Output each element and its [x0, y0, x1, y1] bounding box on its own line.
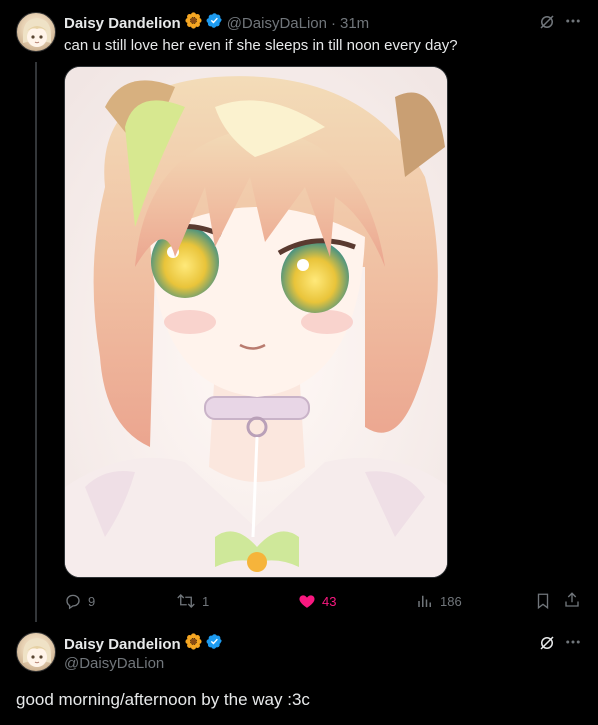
heart-icon — [299, 595, 315, 608]
reply-count: 9 — [88, 593, 96, 609]
share-icon[interactable] — [563, 591, 581, 613]
flower-emoji-icon — [185, 633, 202, 655]
verified-badge-icon[interactable] — [206, 12, 223, 34]
author-avatar[interactable] — [16, 632, 56, 672]
verified-badge-icon[interactable] — [206, 633, 223, 655]
repost-button[interactable]: 1 — [176, 592, 209, 610]
time-separator: · — [330, 14, 336, 32]
views-count: 186 — [440, 593, 462, 609]
grok-icon[interactable] — [538, 634, 556, 656]
author-name[interactable]: Daisy Dandelion — [64, 15, 181, 32]
tweet-text: good morning/afternoon by the way :3c — [16, 690, 310, 709]
tweet-timestamp[interactable]: 31m — [340, 15, 369, 32]
like-button[interactable]: 43 — [298, 592, 336, 610]
more-icon[interactable] — [564, 12, 582, 34]
like-count: 43 — [322, 593, 337, 609]
bookmark-icon[interactable] — [534, 592, 552, 614]
more-icon[interactable] — [564, 633, 582, 655]
author-handle[interactable]: @DaisyDaLion — [227, 15, 327, 32]
repost-icon — [177, 594, 195, 608]
author-name[interactable]: Daisy Dandelion — [64, 636, 181, 653]
tweet-text: can u still love her even if she sleeps … — [64, 37, 458, 54]
author-handle[interactable]: @DaisyDaLion — [64, 655, 164, 672]
views-icon — [418, 595, 431, 607]
author-avatar[interactable] — [16, 12, 56, 52]
reply-button[interactable]: 9 — [64, 592, 95, 610]
grok-icon[interactable] — [538, 13, 556, 35]
anime-portrait-image[interactable] — [64, 66, 448, 578]
views-button[interactable]: 186 — [416, 592, 462, 610]
repost-count: 1 — [202, 593, 210, 609]
reply-icon — [66, 594, 80, 610]
thread-line — [35, 62, 37, 622]
flower-emoji-icon — [185, 12, 202, 34]
